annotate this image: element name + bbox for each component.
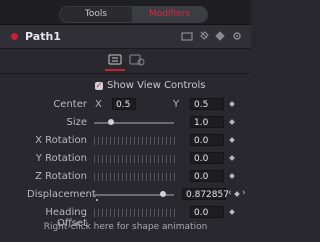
heading-offset-keyframe-icon[interactable] — [229, 209, 235, 215]
displacement-field[interactable]: 0.872857 — [182, 188, 229, 200]
panel-tabs: Tools Modifiers — [59, 6, 208, 23]
tab-modifiers[interactable]: Modifiers — [132, 7, 207, 22]
settings-icon[interactable] — [231, 30, 243, 42]
center-y-label: Y — [173, 99, 180, 110]
center-label: Center — [53, 99, 87, 110]
center-x-field[interactable]: 0.5 — [112, 98, 136, 110]
x-rotation-label: X Rotation — [35, 135, 87, 146]
controls-tab-icon[interactable] — [105, 51, 125, 71]
heading-offset-field[interactable]: 0.0 — [190, 206, 224, 218]
tool-title: Path1 — [25, 30, 61, 43]
tab-tools[interactable]: Tools — [60, 7, 132, 22]
displacement-label: Displacement — [27, 189, 96, 200]
z-rotation-field[interactable]: 0.0 — [190, 170, 224, 182]
size-slider-track[interactable] — [94, 122, 174, 124]
y-rotation-thumbwheel[interactable] — [94, 155, 176, 163]
heading-offset-thumbwheel[interactable] — [94, 209, 176, 217]
z-rotation-label: Z Rotation — [35, 171, 87, 182]
displacement-default-marker — [96, 199, 98, 201]
size-slider-knob[interactable] — [108, 119, 114, 125]
show-view-controls-checkbox[interactable]: ✓ — [95, 82, 103, 90]
x-rotation-keyframe-icon[interactable] — [229, 137, 235, 143]
enable-dot[interactable] — [11, 33, 18, 40]
size-field[interactable]: 1.0 — [190, 116, 224, 128]
y-rotation-label: Y Rotation — [35, 153, 87, 164]
size-label: Size — [66, 117, 87, 128]
y-rotation-keyframe-icon[interactable] — [229, 155, 235, 161]
pin-icon[interactable] — [198, 30, 210, 42]
center-y-field[interactable]: 0.5 — [190, 98, 224, 110]
show-view-controls-label: Show View Controls — [107, 80, 206, 91]
nav-next-icon[interactable]: › — [242, 188, 246, 198]
window-icon[interactable] — [181, 30, 193, 42]
settings-tab-icon[interactable] — [127, 51, 147, 69]
nav-prev-icon[interactable]: ‹ — [228, 188, 232, 198]
center-x-label: X — [95, 99, 102, 110]
center-keyframe-icon[interactable] — [229, 101, 235, 107]
z-rotation-keyframe-icon[interactable] — [229, 173, 235, 179]
control-subtabs — [0, 49, 251, 74]
reset-icon[interactable] — [214, 30, 226, 42]
size-keyframe-icon[interactable] — [229, 119, 235, 125]
x-rotation-thumbwheel[interactable] — [94, 137, 176, 145]
z-rotation-thumbwheel[interactable] — [94, 173, 176, 181]
y-rotation-field[interactable]: 0.0 — [190, 152, 224, 164]
displacement-slider-knob[interactable] — [160, 191, 166, 197]
x-rotation-field[interactable]: 0.0 — [190, 134, 224, 146]
displacement-keyframe-icon[interactable] — [234, 191, 240, 197]
shape-animation-hint[interactable]: Right-click here for shape animation — [0, 222, 251, 232]
